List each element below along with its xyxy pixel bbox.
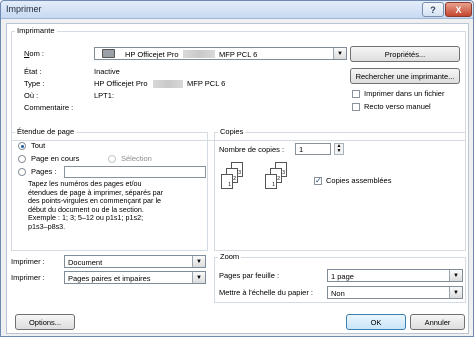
collate-label: Copies assemblées bbox=[326, 176, 392, 185]
range-all-radio[interactable] bbox=[18, 142, 26, 150]
scale-select[interactable]: Non ▼ bbox=[327, 286, 463, 299]
close-button[interactable]: X bbox=[445, 2, 472, 17]
printer-where-value: LPT1: bbox=[94, 91, 115, 100]
copies-count-value: 1 bbox=[299, 145, 304, 154]
window-title: Imprimer bbox=[6, 4, 42, 14]
printer-name-suffix: MFP PCL 6 bbox=[219, 50, 258, 59]
range-all-label: Tout bbox=[31, 141, 46, 150]
printer-type-prefix: HP Officejet Pro bbox=[94, 79, 148, 88]
print-pages-value: Pages paires et impaires bbox=[68, 274, 151, 283]
title-bar[interactable]: Imprimer ? X bbox=[1, 1, 473, 19]
chevron-down-icon: ▼ bbox=[449, 287, 462, 298]
print-dialog: Imprimer ? X Imprimante Nom : HP Officej… bbox=[0, 0, 474, 337]
printer-icon bbox=[102, 49, 115, 58]
collate-illustration: 3 2 1 3 2 1 bbox=[221, 162, 311, 202]
printer-name-redacted bbox=[183, 50, 215, 58]
printer-type-redacted bbox=[153, 80, 183, 88]
printer-group-label: Imprimante bbox=[15, 26, 57, 35]
range-current-label: Page en cours bbox=[31, 154, 80, 163]
collate-checkbox[interactable] bbox=[314, 176, 322, 185]
printer-state-label: État : bbox=[24, 67, 42, 76]
spin-down-icon: ▼ bbox=[336, 148, 342, 154]
printer-comment-label: Commentaire : bbox=[24, 103, 74, 112]
print-to-file-checkbox[interactable] bbox=[352, 90, 360, 98]
cancel-button[interactable]: Annuler bbox=[410, 314, 465, 330]
help-icon: ? bbox=[430, 4, 436, 15]
range-pages-label: Pages : bbox=[31, 167, 57, 176]
printer-name-label: Nom : bbox=[24, 49, 45, 58]
pages-per-sheet-value: 1 page bbox=[331, 272, 354, 281]
collate-page-1b: 1 bbox=[265, 174, 277, 189]
collate-page-1: 1 bbox=[221, 174, 233, 189]
close-icon: X bbox=[455, 4, 462, 15]
chevron-down-icon: ▼ bbox=[333, 48, 346, 59]
duplex-label: Recto verso manuel bbox=[364, 102, 431, 111]
copies-spinner[interactable]: ▲ ▼ bbox=[334, 143, 344, 155]
help-button[interactable]: ? bbox=[422, 2, 444, 17]
duplex-checkbox[interactable] bbox=[352, 103, 360, 111]
print-what-label: Imprimer : bbox=[11, 257, 45, 266]
printer-type-suffix: MFP PCL 6 bbox=[187, 79, 226, 88]
print-to-file-label: Imprimer dans un fichier bbox=[364, 89, 445, 98]
copies-count-input[interactable]: 1 bbox=[295, 143, 331, 155]
range-selection-radio[interactable] bbox=[108, 155, 116, 163]
printer-state-value: Inactive bbox=[94, 67, 120, 76]
range-current-radio[interactable] bbox=[18, 155, 26, 163]
printer-where-label: Où : bbox=[24, 91, 39, 100]
options-button[interactable]: Options... bbox=[15, 314, 75, 330]
copies-count-label: Nombre de copies : bbox=[219, 145, 285, 154]
properties-button[interactable]: Propriétés... bbox=[350, 46, 460, 62]
chevron-down-icon: ▼ bbox=[449, 270, 462, 281]
copies-group-label: Copies bbox=[218, 127, 246, 136]
chevron-down-icon: ▼ bbox=[192, 272, 205, 283]
zoom-group-label: Zoom bbox=[218, 252, 242, 261]
scale-label: Mettre à l'échelle du papier : bbox=[219, 288, 313, 297]
find-printer-button[interactable]: Rechercher une imprimante... bbox=[350, 68, 460, 84]
print-what-select[interactable]: Document ▼ bbox=[64, 255, 206, 268]
pages-per-sheet-select[interactable]: 1 page ▼ bbox=[327, 269, 463, 282]
printer-type-label: Type : bbox=[24, 79, 45, 88]
ok-button[interactable]: OK bbox=[346, 314, 406, 330]
pages-help-text: Tapez les numéros des pages et/ou étendu… bbox=[28, 179, 164, 231]
print-what-value: Document bbox=[68, 258, 103, 267]
dialog-body: Imprimante Nom : HP Officejet Pro MFP PC… bbox=[6, 23, 469, 334]
range-pages-radio[interactable] bbox=[18, 168, 26, 176]
printer-name-prefix: HP Officejet Pro bbox=[125, 50, 179, 59]
pages-input[interactable] bbox=[64, 166, 206, 178]
pages-per-sheet-label: Pages par feuille : bbox=[219, 271, 280, 280]
print-pages-select[interactable]: Pages paires et impaires ▼ bbox=[64, 271, 206, 284]
printer-select[interactable]: HP Officejet Pro MFP PCL 6 ▼ bbox=[94, 47, 347, 60]
range-selection-label: Sélection bbox=[121, 154, 152, 163]
print-pages-label: Imprimer : bbox=[11, 273, 45, 282]
scale-value: Non bbox=[331, 289, 345, 298]
page-range-label: Étendue de page bbox=[15, 127, 77, 136]
chevron-down-icon: ▼ bbox=[192, 256, 205, 267]
